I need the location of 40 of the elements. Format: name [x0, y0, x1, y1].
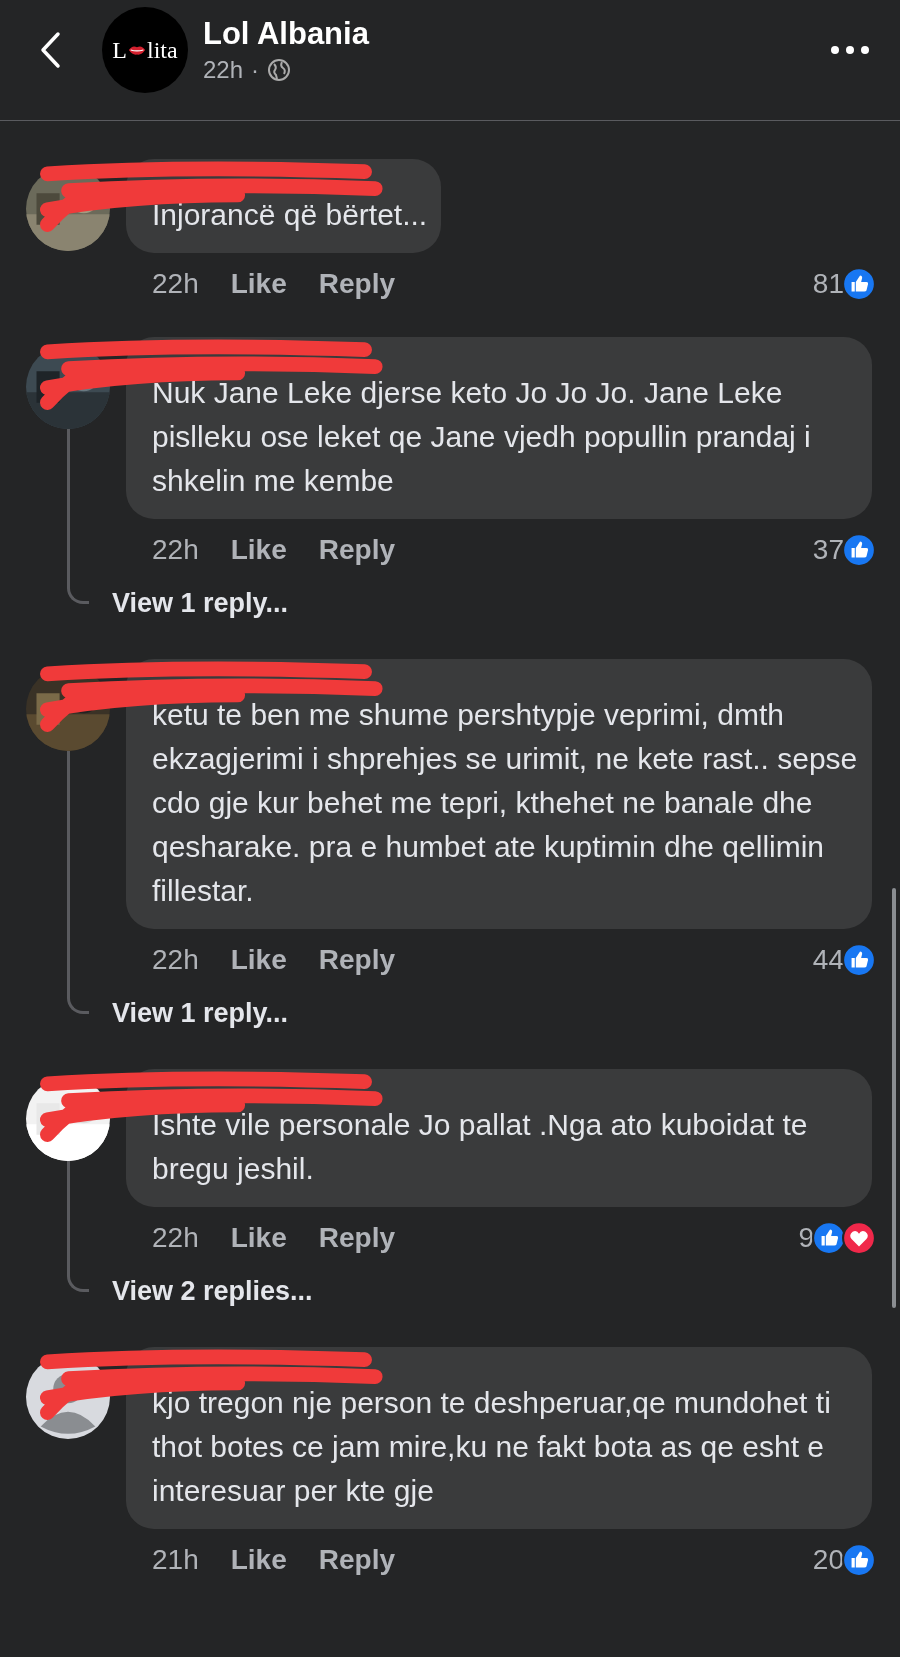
comment-time: 22h: [152, 944, 199, 976]
thumbs-up-icon: [812, 1221, 846, 1255]
comment-time: 22h: [152, 534, 199, 566]
view-replies-link[interactable]: View 1 reply...: [112, 587, 289, 619]
globe-icon: [267, 58, 292, 82]
reply-button[interactable]: Reply: [318, 268, 395, 300]
view-replies-link[interactable]: View 2 replies...: [112, 1275, 313, 1307]
reaction-count: 20: [812, 1544, 844, 1576]
reaction-count: 9: [798, 1222, 814, 1254]
comment-text: Nuk Jane Leke djerse keto Jo Jo Jo. Jane Leke pislleku ose leket qe Jane vjedh popullin prandaj i shkelin me kembe: [152, 375, 812, 499]
thumbs-up-icon: [842, 267, 876, 301]
thumbs-up-icon: [842, 943, 876, 977]
more-options-icon[interactable]: [830, 45, 870, 55]
reaction-count: 44: [812, 944, 844, 976]
like-button[interactable]: Like: [230, 268, 287, 300]
separator-dot: ·: [251, 56, 260, 84]
like-button[interactable]: Like: [230, 1222, 287, 1254]
comment-text: Injorancë që bërtet...: [152, 197, 428, 233]
comment-time: 22h: [152, 268, 199, 300]
like-button[interactable]: Like: [230, 944, 287, 976]
thumbs-up-icon: [842, 533, 876, 567]
view-replies-link[interactable]: View 1 reply...: [112, 997, 289, 1029]
comment-time: 21h: [152, 1544, 199, 1576]
like-button[interactable]: Like: [230, 1544, 287, 1576]
reaction-count: 81: [812, 268, 844, 300]
back-icon[interactable]: [38, 30, 62, 70]
page-name[interactable]: Lol Albania: [203, 16, 830, 52]
comment-text: Ishte vile personale Jo pallat .Nga ato kuboidat te bregu jeshil.: [152, 1107, 809, 1187]
reply-button[interactable]: Reply: [318, 1544, 395, 1576]
reply-button[interactable]: Reply: [318, 944, 395, 976]
reply-button[interactable]: Reply: [318, 1222, 395, 1254]
reply-button[interactable]: Reply: [318, 534, 395, 566]
page-logo[interactable]: L lita: [102, 7, 188, 93]
comment-text: ketu te ben me shume pershtypje veprimi, dmth ekzagjerimi i shprehjes se urimit, ne kete rast.. sepse cdo gje kur behet me tepri, kthehet ne banale dhe qesharake. pra e humbet ate kuptimin dhe qellimin fillestar.: [152, 697, 858, 909]
comment-time: 22h: [152, 1222, 199, 1254]
comment-text: kjo tregon nje person te deshperuar,qe mundohet ti thot botes ce jam mire,ku ne fakt bota as qe esht e interesuar per kte gje: [152, 1385, 832, 1509]
reaction-count: 37: [812, 534, 844, 566]
like-button[interactable]: Like: [230, 534, 287, 566]
thumbs-up-icon: [842, 1543, 876, 1577]
post-time: 22h: [203, 56, 244, 84]
